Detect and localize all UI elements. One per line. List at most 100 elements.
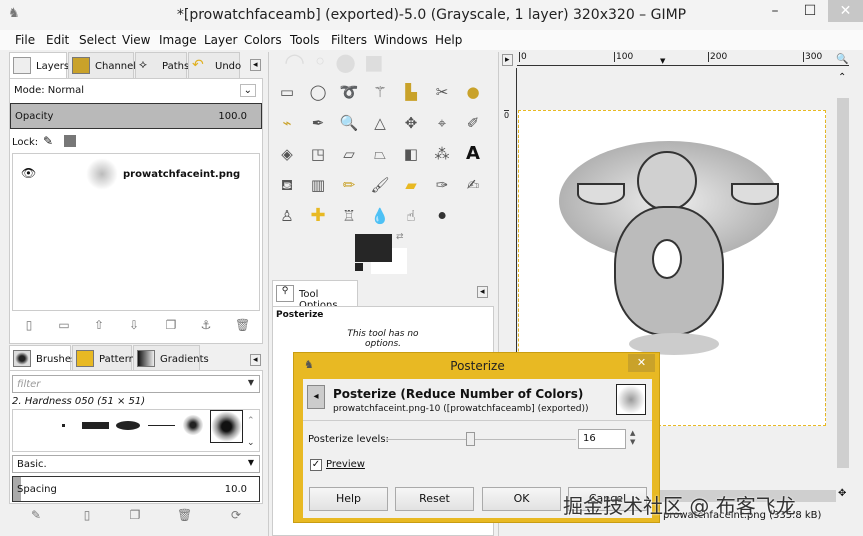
bucket-fill-icon[interactable]: ⛾: [277, 175, 297, 195]
tab-layers[interactable]: Layers: [9, 52, 69, 78]
brush-item[interactable]: [62, 424, 65, 427]
menu-view[interactable]: View: [122, 33, 150, 47]
levels-slider-handle[interactable]: [466, 432, 475, 446]
close-button[interactable]: ✕: [828, 0, 863, 22]
scroll-up-icon[interactable]: ⌃: [247, 416, 255, 426]
menu-edit[interactable]: Edit: [46, 33, 69, 47]
help-button[interactable]: Help: [309, 487, 388, 511]
fuzzy-select-icon[interactable]: ⚚: [370, 82, 390, 102]
menu-file[interactable]: File: [15, 33, 35, 47]
dock-menu-icon[interactable]: ◂: [250, 354, 261, 366]
foreground-color-swatch[interactable]: [355, 234, 392, 262]
tab-gradients[interactable]: Gradients: [133, 345, 209, 371]
blend-icon[interactable]: ▥: [308, 175, 328, 195]
lock-alpha-icon[interactable]: [64, 135, 76, 147]
navigate-icon[interactable]: ✥: [838, 488, 846, 499]
scissors-icon[interactable]: ✂: [432, 82, 452, 102]
smudge-icon[interactable]: ☝: [401, 206, 421, 226]
brush-item[interactable]: [148, 425, 175, 426]
lower-layer-icon[interactable]: ⇩: [127, 318, 141, 332]
horizontal-ruler[interactable]: 0 100 200 300 ▼: [517, 52, 849, 66]
pencil-icon[interactable]: ✏: [339, 175, 359, 195]
spacing-slider[interactable]: Spacing 10.0: [12, 476, 260, 502]
new-layer-icon[interactable]: ▯: [22, 318, 36, 332]
cage-transform-icon[interactable]: ⁂: [432, 144, 452, 164]
brush-item[interactable]: [116, 421, 140, 430]
zoom-fit-icon[interactable]: 🔍: [836, 54, 848, 65]
duplicate-brush-icon[interactable]: ❐: [128, 508, 142, 522]
new-layer-group-icon[interactable]: ▭: [57, 318, 71, 332]
brush-item[interactable]: [183, 415, 203, 435]
levels-spinbox[interactable]: 16: [578, 429, 626, 449]
brush-preset-select[interactable]: Basic. ▼: [12, 455, 260, 473]
swap-colors-icon[interactable]: ⇄: [396, 232, 404, 242]
preview-checkbox[interactable]: ✓: [310, 459, 322, 471]
zoom-icon[interactable]: 🔍: [339, 113, 359, 133]
mode-select[interactable]: Mode: Normal ⌄: [10, 82, 260, 102]
perspective-clone-icon[interactable]: ♖: [339, 206, 359, 226]
brush-grid[interactable]: ⌃ ⌄: [12, 409, 260, 452]
scroll-down-icon[interactable]: ⌄: [247, 438, 255, 448]
brush-item[interactable]: [82, 422, 109, 429]
menu-colors[interactable]: Colors: [244, 33, 282, 47]
menu-filters[interactable]: Filters: [331, 33, 367, 47]
quick-mask-menu-icon[interactable]: ▸: [502, 54, 513, 66]
clone-icon[interactable]: ♙: [277, 206, 297, 226]
menu-windows[interactable]: Windows: [374, 33, 428, 47]
vertical-scrollbar[interactable]: [837, 98, 849, 468]
opacity-slider[interactable]: Opacity 100.0: [10, 103, 262, 129]
brush-item-selected[interactable]: [210, 410, 243, 443]
heal-icon[interactable]: ✚: [308, 206, 328, 226]
blur-icon[interactable]: 💧: [370, 206, 390, 226]
color-select-icon[interactable]: ▙: [401, 82, 421, 102]
tab-patterns[interactable]: Patterns: [72, 345, 140, 371]
lock-pixels-icon[interactable]: ✎: [43, 134, 53, 148]
shear-icon[interactable]: ▱: [339, 144, 359, 164]
perspective-icon[interactable]: ⏢: [370, 144, 390, 164]
scroll-up-icon[interactable]: ⌃: [838, 72, 846, 83]
ok-button[interactable]: OK: [482, 487, 561, 511]
anchor-icon[interactable]: ⚓: [199, 318, 213, 332]
new-brush-icon[interactable]: ▯: [80, 508, 94, 522]
menu-select[interactable]: Select: [79, 33, 116, 47]
rotate-icon[interactable]: ◈: [277, 144, 297, 164]
align-icon[interactable]: ⌖: [432, 113, 452, 133]
measure-icon[interactable]: △: [370, 113, 390, 133]
levels-slider[interactable]: [386, 439, 576, 440]
menu-layer[interactable]: Layer: [204, 33, 237, 47]
reset-button[interactable]: Reset: [395, 487, 474, 511]
maximize-button[interactable]: ☐: [795, 0, 825, 22]
dock-menu-icon[interactable]: ◂: [477, 286, 488, 298]
default-colors-icon[interactable]: [355, 263, 363, 271]
crop-icon[interactable]: ✐: [463, 113, 483, 133]
delete-brush-icon[interactable]: 🗑: [177, 508, 192, 522]
raise-layer-icon[interactable]: ⇧: [92, 318, 106, 332]
tab-channels[interactable]: Channels: [68, 52, 141, 78]
move-icon[interactable]: ✥: [401, 113, 421, 133]
preview-label[interactable]: Preview: [326, 459, 365, 470]
edit-brush-icon[interactable]: ✎: [29, 508, 43, 522]
minimize-button[interactable]: –: [760, 0, 790, 22]
menu-image[interactable]: Image: [159, 33, 197, 47]
text-tool-icon[interactable]: A: [463, 144, 483, 164]
flip-icon[interactable]: ◧: [401, 144, 421, 164]
ellipse-select-icon[interactable]: ◯: [308, 82, 328, 102]
tab-tool-options[interactable]: ⚲Tool Options: [272, 280, 358, 311]
foreground-select-icon[interactable]: ●: [463, 82, 483, 102]
rect-select-icon[interactable]: ▭: [277, 82, 297, 102]
spin-arrows-icon[interactable]: ▲ ▼: [630, 429, 635, 447]
tab-paths[interactable]: ⟡ Paths: [135, 52, 189, 78]
menu-tools[interactable]: Tools: [290, 33, 320, 47]
airbrush-icon[interactable]: ✑: [432, 175, 452, 195]
scale-icon[interactable]: ◳: [308, 144, 328, 164]
eraser-icon[interactable]: ▰: [401, 175, 421, 195]
tab-undo[interactable]: ↶ Undo: [188, 52, 241, 78]
paths-tool-icon[interactable]: ⌁: [277, 113, 297, 133]
color-picker-icon[interactable]: ✒: [308, 113, 328, 133]
dialog-close-button[interactable]: ✕: [628, 354, 655, 372]
tab-brushes[interactable]: Brushes: [9, 345, 76, 371]
refresh-brushes-icon[interactable]: ⟳: [229, 508, 243, 522]
dodge-burn-icon[interactable]: ⚫: [432, 206, 452, 226]
duplicate-layer-icon[interactable]: ❐: [164, 318, 178, 332]
ink-icon[interactable]: ✍: [463, 175, 483, 195]
